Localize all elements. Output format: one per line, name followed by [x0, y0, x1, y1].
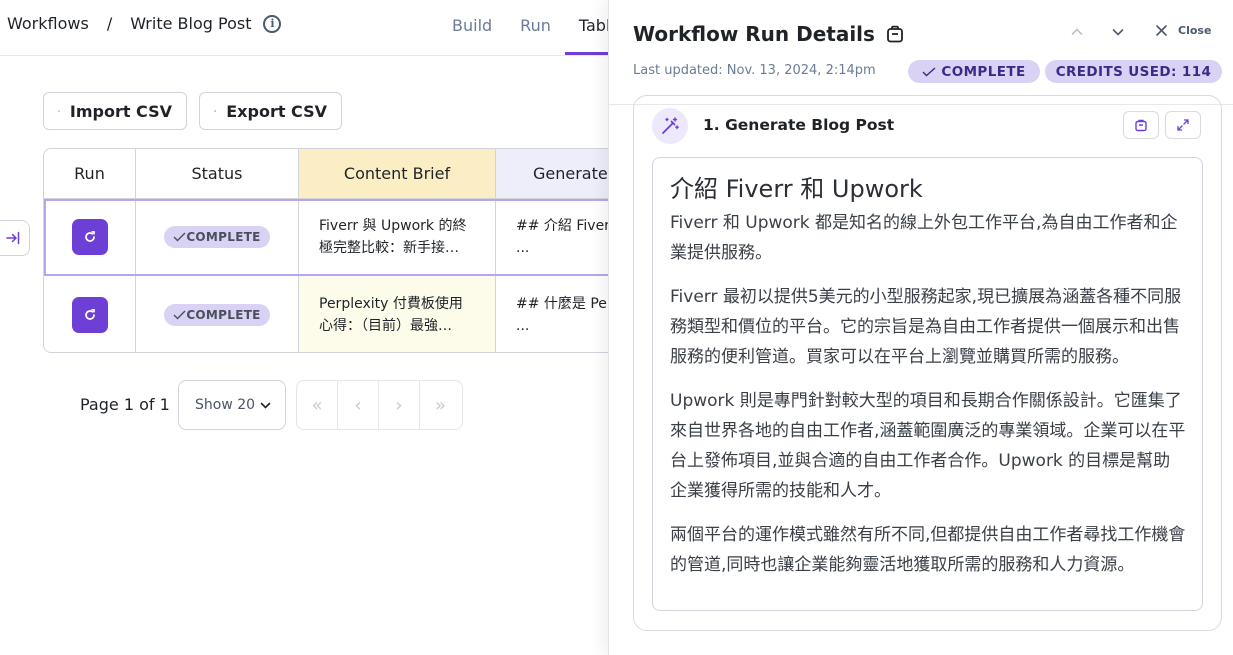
panel-title-text: Workflow Run Details	[633, 22, 875, 46]
content-heading: 介紹 Fiverr 和 Upwork	[670, 175, 923, 203]
next-page-button[interactable]: ›	[379, 381, 420, 429]
pagination-controls: « ‹ › »	[296, 380, 463, 430]
generate-line: ## 介紹 Fiver	[516, 218, 610, 234]
run-details-panel: Workflow Run Details Close Last updated:…	[608, 0, 1233, 655]
generate-line: ...	[516, 240, 530, 256]
tab-build[interactable]: Build	[452, 16, 492, 35]
chevron-down-icon	[260, 402, 271, 409]
page-size-value: Show 20	[195, 397, 256, 413]
close-label: Close	[1178, 24, 1212, 37]
expand-output-button[interactable]	[1165, 111, 1201, 139]
check-icon	[173, 310, 186, 320]
breadcrumb-separator: /	[106, 14, 113, 33]
column-header-run: Run	[44, 149, 136, 199]
content-paragraph: Fiverr 和 Upwork 都是知名的線上外包工作平台,為自由工作者和企業提…	[670, 213, 1178, 263]
brief-line: 極完整比較：新手接…	[319, 240, 459, 256]
breadcrumb: Workflows / Write Blog Post i	[7, 14, 282, 33]
brief-text: Perplexity 付費板使用 心得：（目前）最強…	[299, 293, 483, 337]
expand-icon	[1177, 119, 1189, 131]
rerun-button[interactable]	[71, 297, 108, 333]
table-row-1-brief-cell[interactable]: Fiverr 與 Upwork 的終 極完整比較：新手接…	[299, 199, 496, 276]
content-paragraph: Fiverr 最初以提供5美元的小型服務起家,現已擴展為涵蓋各種不同服務類型和價…	[670, 287, 1182, 367]
rerun-button[interactable]	[71, 219, 108, 255]
expand-right-icon	[6, 231, 20, 245]
close-icon	[1156, 25, 1167, 36]
export-csv-label: Export CSV	[226, 101, 327, 121]
output-content[interactable]: 介紹 Fiverr 和 Upwork Fiverr 和 Upwork 都是知名的…	[652, 157, 1203, 611]
last-updated-text: Last updated: Nov. 13, 2024, 2:14pm	[633, 63, 876, 78]
column-header-content-brief: Content Brief	[299, 149, 496, 199]
table-row-1-run-cell	[44, 199, 136, 276]
page-indicator: Page 1 of 1	[80, 395, 170, 414]
clipboard-icon[interactable]	[885, 24, 905, 44]
panel-title: Workflow Run Details	[633, 22, 905, 46]
info-icon[interactable]: i	[263, 14, 282, 33]
last-page-button[interactable]: »	[420, 381, 461, 429]
runs-table: Run Status Content Brief Generate COMPLE…	[43, 148, 663, 353]
status-badge: COMPLETE	[164, 304, 270, 326]
first-page-button[interactable]: «	[297, 381, 338, 429]
app-root: Workflows / Write Blog Post i Build Run …	[0, 0, 1233, 655]
refresh-icon	[84, 308, 95, 320]
table-row-2-run-cell	[44, 276, 136, 352]
clipboard-icon	[1135, 119, 1147, 132]
brief-text: Fiverr 與 Upwork 的終 極完整比較：新手接…	[299, 215, 486, 259]
export-csv-button[interactable]: Export CSV	[199, 92, 342, 130]
chevron-down-icon[interactable]	[1111, 25, 1125, 39]
copy-output-button[interactable]	[1123, 111, 1159, 139]
upload-icon	[214, 110, 217, 112]
breadcrumb-workflows[interactable]: Workflows	[7, 14, 89, 33]
tab-run[interactable]: Run	[520, 16, 551, 35]
refresh-icon	[84, 230, 95, 242]
table-row-2-brief-cell[interactable]: Perplexity 付費板使用 心得：（目前）最強…	[299, 276, 496, 352]
table-row-2-status-cell: COMPLETE	[136, 276, 299, 352]
generate-line: ...	[516, 318, 530, 334]
step-title: 1. Generate Blog Post	[703, 116, 895, 134]
prev-page-button[interactable]: ‹	[338, 381, 379, 429]
status-badge: COMPLETE	[164, 226, 270, 248]
import-csv-button[interactable]: Import CSV	[43, 92, 187, 130]
check-icon	[922, 66, 936, 76]
run-status-badge: COMPLETE	[908, 60, 1040, 83]
status-badge-label: COMPLETE	[186, 230, 261, 244]
run-status-label: COMPLETE	[941, 63, 1026, 80]
column-header-status: Status	[136, 149, 299, 199]
content-paragraph: 兩個平台的運作模式雖然有所不同,但都提供自由工作者尋找工作機會的管道,同時也讓企…	[670, 525, 1186, 575]
generate-line: ## 什麼是 Per	[516, 296, 613, 312]
page-size-select[interactable]: Show 20	[178, 380, 286, 430]
content-paragraph: Upwork 則是專門針對較大型的項目和長期合作關係設計。它匯集了來自世界各地的…	[670, 391, 1186, 501]
table-row-1-status-cell: COMPLETE	[136, 199, 299, 276]
brief-line: 心得：（目前）最強…	[319, 318, 452, 334]
download-icon	[58, 110, 60, 112]
import-csv-label: Import CSV	[69, 101, 172, 121]
step-card: 1. Generate Blog Post 介紹 Fiverr 和 Upwork…	[633, 95, 1222, 631]
magic-wand-icon	[652, 108, 688, 144]
brief-line: Perplexity 付費板使用	[319, 296, 463, 312]
expand-sidebar-button[interactable]	[0, 220, 30, 256]
status-badge-label: COMPLETE	[186, 308, 261, 322]
check-icon	[173, 232, 186, 242]
brief-line: Fiverr 與 Upwork 的終	[319, 218, 467, 234]
credits-used-badge: CREDITS USED: 114	[1045, 60, 1222, 83]
breadcrumb-current: Write Blog Post	[130, 14, 252, 33]
chevron-up-icon[interactable]	[1070, 25, 1084, 39]
close-button[interactable]: Close	[1155, 24, 1211, 37]
